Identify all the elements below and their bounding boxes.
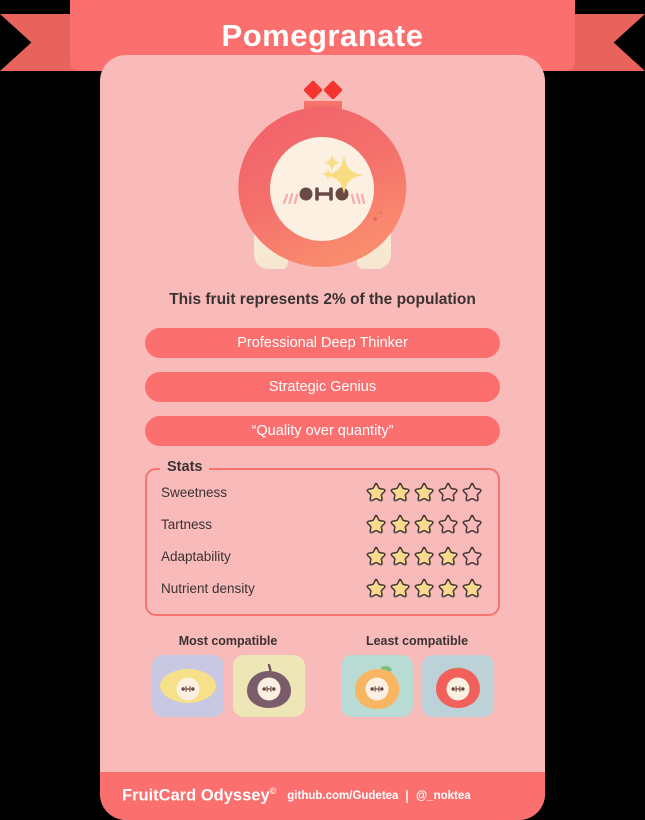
star-empty-icon [462,482,482,501]
star-filled-icon [414,578,434,597]
star-empty-icon [438,514,458,533]
stats-panel: Stats Sweetness Tartness Adaptability Nu… [145,459,500,616]
star-filled-icon [366,546,386,565]
stat-label: Adaptability [161,548,231,564]
star-filled-icon [438,578,458,597]
fig-icon [246,663,291,708]
card-footer: FruitCard Odyssey© github.com/Gudetea @_… [100,772,545,820]
tomato-icon [435,667,480,708]
stat-rating [365,578,484,599]
brand-label: FruitCard Odyssey [122,786,270,805]
star-filled-icon [438,546,458,565]
star-filled-icon [462,578,482,597]
copyright-mark: © [269,786,277,797]
tag-pill[interactable]: Professional Deep Thinker [145,328,500,358]
star-filled-icon [366,482,386,501]
star-filled-icon [390,578,410,597]
repo-link[interactable]: github.com/Gudetea [287,790,398,802]
stat-rating [365,514,484,535]
stat-row: Sweetness [161,476,484,508]
stats-legend: Stats [160,459,210,475]
compat-chip-fig[interactable] [232,655,305,717]
population-text: This fruit represents 2% of the populati… [169,291,476,308]
screenshot-root: Pomegranate This fruit represents 2% of … [0,0,645,820]
least-compatible-group: Least compatible [331,634,503,717]
stat-row: Nutrient density [161,572,484,604]
brand-name: FruitCard Odyssey© [122,786,276,806]
mango-icon [354,666,399,709]
most-compatible-group: Most compatible [142,634,314,717]
compat-chip-tomato[interactable] [421,655,494,717]
stat-label: Tartness [161,516,213,532]
stat-row: Adaptability [161,540,484,572]
least-compatible-chips [331,655,503,717]
fruit-card: This fruit represents 2% of the populati… [100,55,545,820]
most-compatible-chips [142,655,314,717]
star-filled-icon [414,482,434,501]
star-empty-icon [438,482,458,501]
star-filled-icon [414,514,434,533]
footer-divider [406,789,408,803]
star-filled-icon [366,514,386,533]
most-compatible-heading: Most compatible [178,634,278,648]
compat-chip-lemon[interactable] [151,655,224,717]
stat-rating [365,546,484,567]
star-empty-icon [462,514,482,533]
star-filled-icon [390,546,410,565]
lemon-icon [159,669,216,703]
stat-label: Nutrient density [161,580,255,596]
stat-rating [365,482,484,503]
pomegranate-character-svg [238,80,407,269]
tag-pill[interactable]: Strategic Genius [145,372,500,402]
tag-list: Professional Deep Thinker Strategic Geni… [145,328,500,446]
stat-label: Sweetness [161,484,228,500]
page-title: Pomegranate [221,17,424,53]
least-compatible-heading: Least compatible [365,634,469,648]
compat-chip-mango[interactable] [340,655,413,717]
star-empty-icon [462,546,482,565]
stat-row: Tartness [161,508,484,540]
character-face [270,137,374,241]
footer-links: github.com/Gudetea @_noktea [287,789,471,803]
character-illustration [100,55,545,287]
star-filled-icon [366,578,386,597]
handle-link[interactable]: @_noktea [416,790,471,802]
star-filled-icon [414,546,434,565]
star-filled-icon [390,482,410,501]
star-filled-icon [390,514,410,533]
tag-pill[interactable]: “Quality over quantity” [145,416,500,446]
compatibility-section: Most compatible Least compatible [142,634,503,717]
